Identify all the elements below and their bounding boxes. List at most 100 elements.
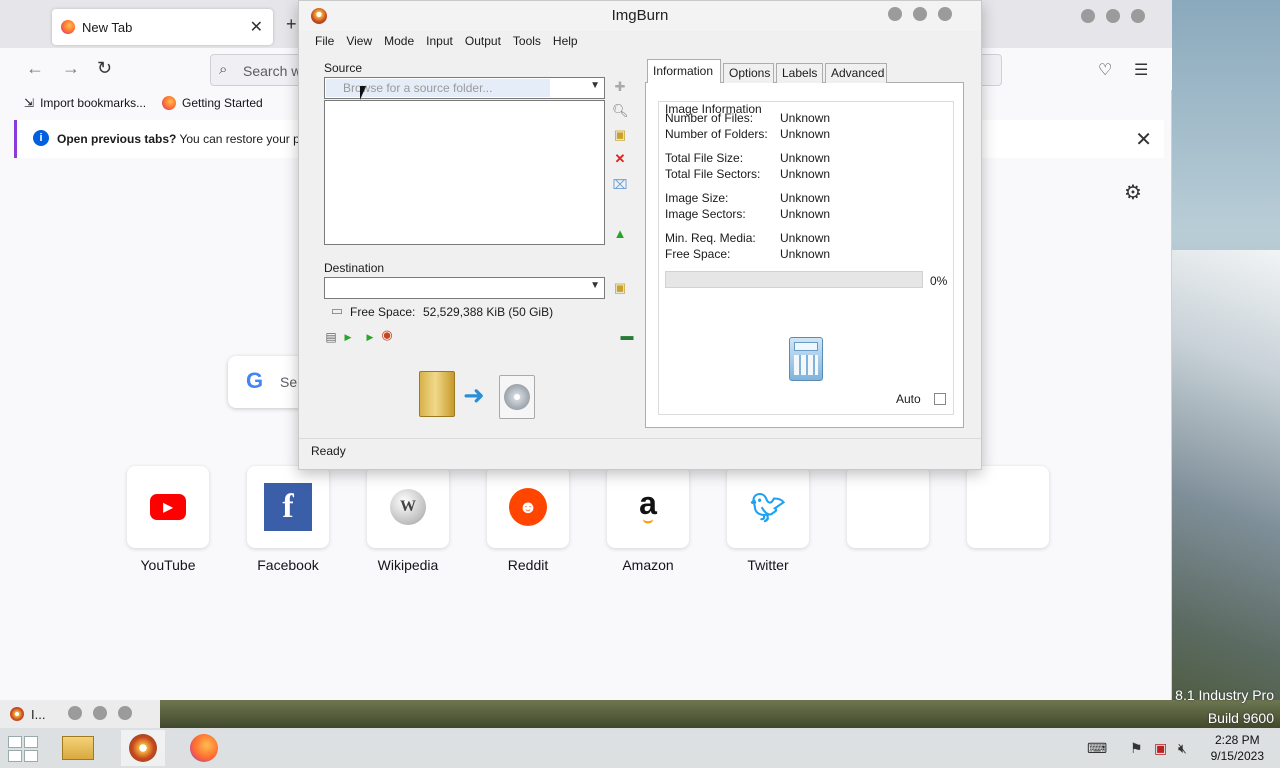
imgburn-titlebar: ImgBurn: [299, 1, 981, 31]
import-bookmarks-label: Import bookmarks...: [40, 96, 147, 110]
close-tab-icon[interactable]: ✕: [250, 17, 263, 37]
url-placeholder: Search w: [243, 63, 302, 79]
menu-output[interactable]: Output: [459, 31, 507, 53]
info-label: Image Sectors:: [665, 207, 746, 221]
amazon-icon: a ⌣: [639, 485, 657, 529]
folder-icon: [419, 371, 455, 417]
information-panel: Image Information Number of Files: Unkno…: [645, 82, 964, 428]
maximize-button[interactable]: [93, 706, 107, 720]
tab-advanced[interactable]: Advanced: [825, 63, 887, 83]
auto-checkbox[interactable]: [934, 393, 946, 405]
shortcut-wikipedia[interactable]: W Wikipedia: [367, 466, 449, 573]
minimized-window-bar[interactable]: I...: [0, 700, 160, 728]
minimize-button[interactable]: [888, 7, 902, 21]
shortcut-facebook[interactable]: f Facebook: [247, 466, 329, 573]
tab-title: New Tab: [82, 20, 133, 35]
shortcut-label: Amazon: [622, 557, 674, 573]
browse-file-icon[interactable]: 🔍︎: [612, 103, 629, 119]
maximize-button[interactable]: [1106, 9, 1120, 23]
clear-list-icon[interactable]: ⌧: [612, 177, 628, 193]
clock-date: 9/15/2023: [1210, 749, 1264, 763]
wallpaper-mountain: [1172, 250, 1280, 720]
chevron-down-icon[interactable]: ▼: [590, 80, 600, 91]
wallpaper-trees: [160, 700, 1280, 730]
reddit-icon: ☻: [509, 488, 547, 526]
shortcut-youtube[interactable]: ▶ YouTube: [127, 466, 209, 573]
minimize-button[interactable]: [68, 706, 82, 720]
firefox-favicon-icon: [61, 20, 75, 34]
info-value: Unknown: [780, 151, 831, 165]
info-label: Total File Size:: [665, 151, 744, 165]
volume-muted-icon[interactable]: 🔇︎: [1178, 740, 1187, 757]
minimize-button[interactable]: [1081, 9, 1095, 23]
destination-combo[interactable]: ▼: [324, 277, 605, 299]
google-logo-icon: G: [246, 368, 264, 393]
info-label: Number of Folders:: [665, 127, 768, 141]
tab-information[interactable]: Information: [647, 59, 721, 83]
close-window-button[interactable]: [938, 7, 952, 21]
clock[interactable]: 2:28 PM 9/15/2023: [1211, 732, 1264, 764]
forward-arrow-icon[interactable]: →: [62, 58, 80, 79]
reload-icon[interactable]: ↻: [97, 58, 112, 79]
browse-destination-icon[interactable]: ▣: [612, 280, 628, 296]
taskbar-imgburn[interactable]: [121, 730, 165, 766]
new-tab-plus-icon[interactable]: +: [286, 14, 297, 35]
close-notice-icon[interactable]: ✕: [1135, 127, 1152, 152]
remove-icon[interactable]: ✕: [612, 151, 628, 167]
notice-body-text: You can restore your prev: [179, 132, 317, 146]
calculator-icon[interactable]: [789, 337, 823, 381]
back-arrow-icon[interactable]: ←: [26, 58, 44, 79]
menu-view[interactable]: View: [340, 31, 378, 53]
start-button[interactable]: [8, 736, 38, 762]
menu-file[interactable]: File: [309, 31, 340, 53]
add-icon[interactable]: ✚: [612, 79, 628, 95]
source-combo[interactable]: Browse for a source folder... ▼: [324, 77, 605, 99]
log-icon[interactable]: ▤: [323, 329, 339, 345]
getting-started-link[interactable]: Getting Started: [162, 96, 263, 110]
info-label: Image Size:: [665, 191, 729, 205]
shortcut-amazon[interactable]: a ⌣ Amazon: [607, 466, 689, 573]
tab-new-tab[interactable]: New Tab ✕: [52, 9, 273, 45]
info-value: Unknown: [780, 127, 831, 141]
taskbar-firefox[interactable]: [182, 730, 226, 766]
shortcut-empty-1[interactable]: [847, 466, 929, 548]
tab-labels[interactable]: Labels: [776, 63, 823, 83]
shortcut-twitter[interactable]: 🐦︎ Twitter: [727, 466, 809, 573]
menu-input[interactable]: Input: [420, 31, 459, 53]
tab-options[interactable]: Options: [723, 63, 774, 83]
pocket-icon[interactable]: ♡: [1098, 60, 1112, 80]
menu-help[interactable]: Help: [547, 31, 584, 53]
shortcut-reddit[interactable]: ☻ Reddit: [487, 466, 569, 573]
browse-folder-icon[interactable]: ▣: [612, 127, 628, 143]
info-label: Min. Req. Media:: [665, 231, 756, 245]
console-icon[interactable]: ▬: [619, 328, 635, 344]
disc-icon[interactable]: ◉: [379, 327, 395, 343]
chevron-down-icon[interactable]: ▼: [590, 280, 600, 291]
close-window-button[interactable]: [1131, 9, 1145, 23]
network-icon[interactable]: ▣: [1154, 740, 1167, 757]
shortcut-empty-2[interactable]: [967, 466, 1049, 548]
play-icon[interactable]: ▶: [362, 329, 378, 345]
close-window-button[interactable]: [118, 706, 132, 720]
progress-bar: [665, 271, 923, 288]
import-bookmarks-link[interactable]: ⇲ Import bookmarks...: [24, 96, 146, 110]
info-value: Unknown: [780, 247, 831, 261]
imgburn-title: ImgBurn: [611, 7, 669, 24]
maximize-button[interactable]: [913, 7, 927, 21]
destination-label: Destination: [324, 261, 385, 275]
taskbar-file-explorer[interactable]: [56, 730, 100, 766]
auto-label: Auto: [896, 392, 921, 406]
imgburn-app-icon: [10, 707, 24, 721]
flag-icon[interactable]: ⚑: [1130, 740, 1143, 757]
progress-label: 0%: [930, 274, 948, 288]
source-file-list[interactable]: [324, 100, 605, 245]
calculate-icon[interactable]: ▲: [612, 226, 628, 242]
hamburger-menu-icon[interactable]: ☰: [1134, 60, 1148, 80]
os-edition-text: 8.1 Industry Pro: [1175, 687, 1274, 703]
status-text: Ready: [311, 444, 346, 458]
gear-icon[interactable]: ⚙: [1124, 180, 1142, 205]
play-icon[interactable]: ▶: [340, 329, 356, 345]
keyboard-icon[interactable]: ⌨: [1087, 740, 1107, 757]
menu-mode[interactable]: Mode: [378, 31, 420, 53]
menu-tools[interactable]: Tools: [507, 31, 547, 53]
